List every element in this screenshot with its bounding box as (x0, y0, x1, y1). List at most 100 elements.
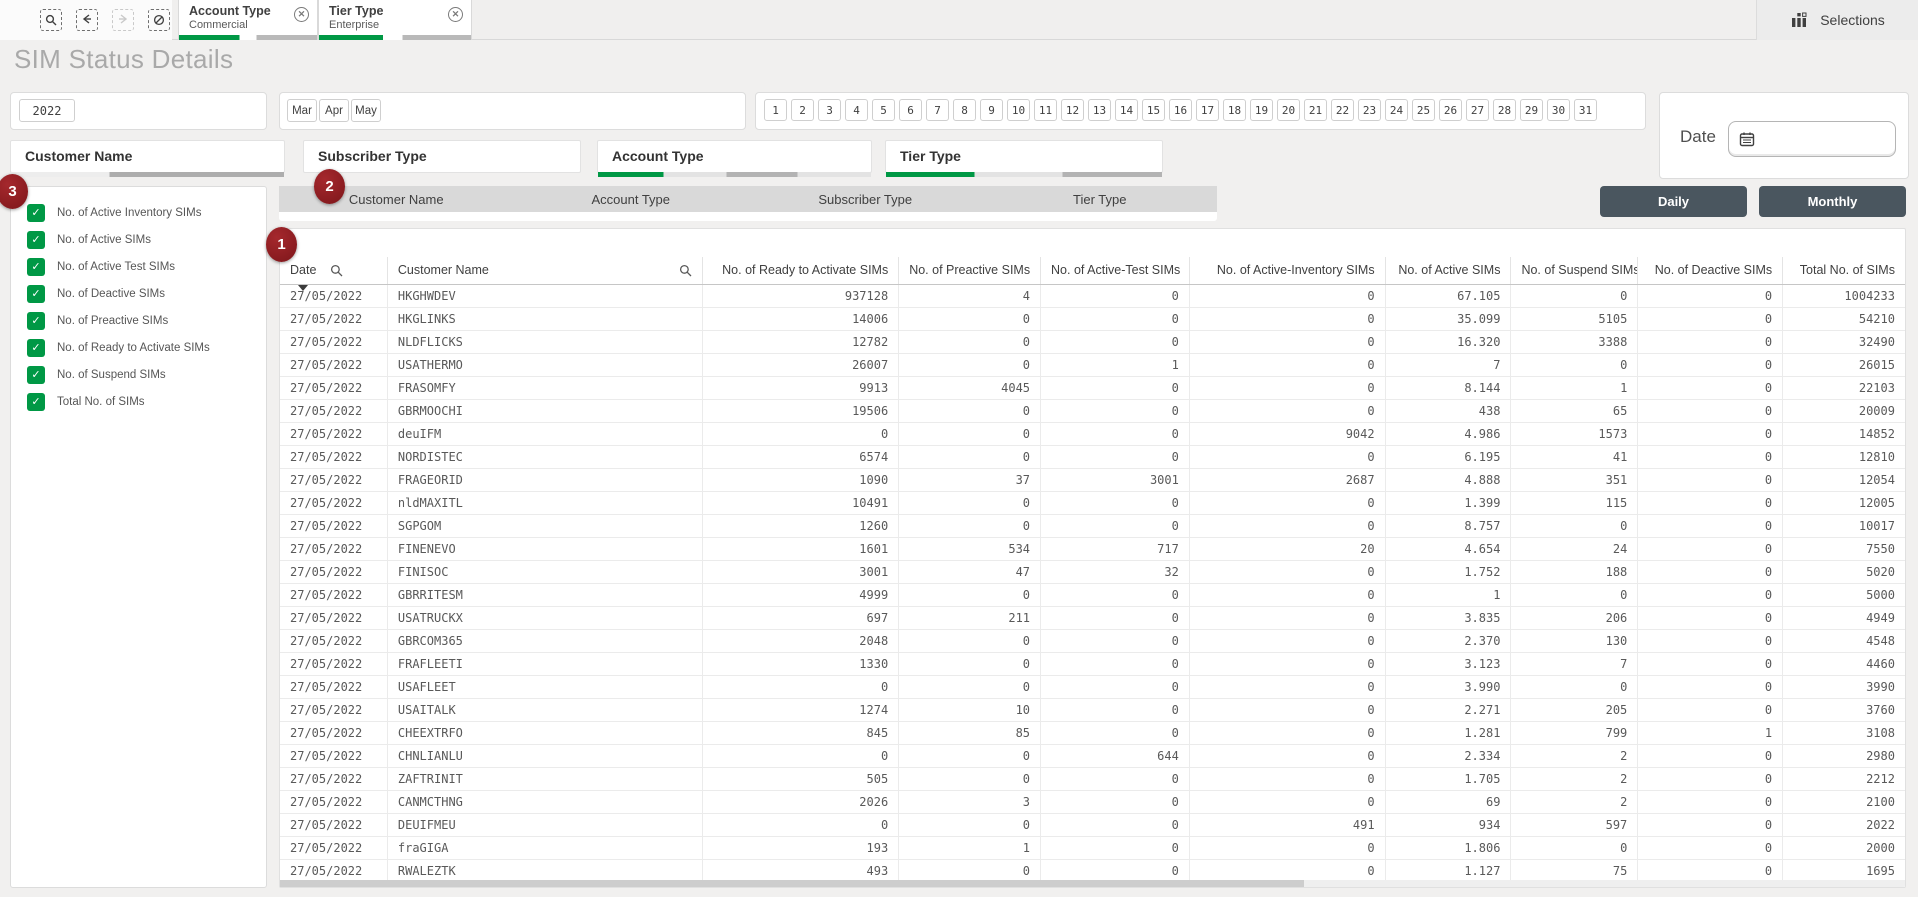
table-row[interactable]: 27/05/2022 HKGHWDEV 937128 4 0 0 67.105 … (280, 285, 1905, 308)
column-header-deactive[interactable]: No. of Deactive SIMs (1638, 257, 1783, 284)
cell-date[interactable]: 27/05/2022 (280, 630, 388, 652)
day-chip[interactable]: 10 (1007, 99, 1030, 121)
column-header-suspend[interactable]: No. of Suspend SIMs (1511, 257, 1638, 284)
listbox-scrollbar[interactable] (886, 172, 1162, 177)
column-header-customer-name[interactable]: Customer Name (388, 257, 704, 284)
dimension-tab[interactable]: Account Type (514, 186, 749, 212)
checkbox-checked-icon[interactable]: ✓ (27, 204, 45, 222)
selections-back-icon[interactable] (76, 9, 98, 31)
day-chip[interactable]: 6 (899, 99, 922, 121)
cell-customer-name[interactable]: FRAGEORID (388, 469, 704, 491)
cell-customer-name[interactable]: GBRCOM365 (388, 630, 704, 652)
day-chip[interactable]: 18 (1223, 99, 1246, 121)
checkbox-checked-icon[interactable]: ✓ (27, 393, 45, 411)
smart-search-icon[interactable] (40, 9, 62, 31)
listbox-scrollbar[interactable] (11, 172, 284, 177)
date-input[interactable] (1728, 121, 1896, 157)
table-row[interactable]: 27/05/2022 GBRRITESM 4999 0 0 0 1 0 0 50… (280, 584, 1905, 607)
day-chip[interactable]: 24 (1385, 99, 1408, 121)
day-chip[interactable]: 17 (1196, 99, 1219, 121)
checkbox-checked-icon[interactable]: ✓ (27, 366, 45, 384)
table-row[interactable]: 27/05/2022 GBRMOOCHI 19506 0 0 0 438 65 … (280, 400, 1905, 423)
cell-date[interactable]: 27/05/2022 (280, 699, 388, 721)
metric-checkbox-row[interactable]: ✓ No. of Active Inventory SIMs (27, 199, 266, 226)
column-header-active-test[interactable]: No. of Active-Test SIMs (1041, 257, 1190, 284)
day-chip[interactable]: 20 (1277, 99, 1300, 121)
day-chip[interactable]: 11 (1034, 99, 1057, 121)
listbox-scrollbar[interactable] (598, 172, 871, 177)
table-row[interactable]: 27/05/2022 SGPGOM 1260 0 0 0 8.757 0 0 1… (280, 515, 1905, 538)
table-row[interactable]: 27/05/2022 FINENEVO 1601 534 717 20 4.65… (280, 538, 1905, 561)
cell-customer-name[interactable]: FINISOC (388, 561, 704, 583)
cell-customer-name[interactable]: HKGHWDEV (388, 285, 704, 307)
day-chip[interactable]: 26 (1439, 99, 1462, 121)
cell-customer-name[interactable]: RWALEZTK (388, 860, 704, 882)
day-chip[interactable]: 9 (980, 99, 1003, 121)
cell-date[interactable]: 27/05/2022 (280, 469, 388, 491)
table-row[interactable]: 27/05/2022 ZAFTRINIT 505 0 0 0 1.705 2 0… (280, 768, 1905, 791)
listbox-subscriber-type[interactable]: Subscriber Type (303, 140, 581, 173)
cell-date[interactable]: 27/05/2022 (280, 584, 388, 606)
column-header-date[interactable]: Date (280, 257, 388, 284)
cell-customer-name[interactable]: GBRMOOCHI (388, 400, 704, 422)
cell-date[interactable]: 27/05/2022 (280, 722, 388, 744)
day-chip[interactable]: 3 (818, 99, 841, 121)
day-chip[interactable]: 29 (1520, 99, 1543, 121)
horizontal-scrollbar[interactable] (280, 880, 1905, 887)
table-row[interactable]: 27/05/2022 USATRUCKX 697 211 0 0 3.835 2… (280, 607, 1905, 630)
day-chip[interactable]: 12 (1061, 99, 1084, 121)
month-chip[interactable]: Apr (319, 99, 349, 122)
cell-customer-name[interactable]: CANMCTHNG (388, 791, 704, 813)
column-header-preactive[interactable]: No. of Preactive SIMs (899, 257, 1041, 284)
cell-customer-name[interactable]: CHEEXTRFO (388, 722, 704, 744)
checkbox-checked-icon[interactable]: ✓ (27, 312, 45, 330)
checkbox-checked-icon[interactable]: ✓ (27, 258, 45, 276)
checkbox-checked-icon[interactable]: ✓ (27, 231, 45, 249)
column-header-active-inventory[interactable]: No. of Active-Inventory SIMs (1190, 257, 1386, 284)
day-chip[interactable]: 13 (1088, 99, 1111, 121)
day-chip[interactable]: 23 (1358, 99, 1381, 121)
cell-date[interactable]: 27/05/2022 (280, 768, 388, 790)
cell-date[interactable]: 27/05/2022 (280, 676, 388, 698)
cell-customer-name[interactable]: ZAFTRINIT (388, 768, 704, 790)
cell-customer-name[interactable]: CHNLIANLU (388, 745, 704, 767)
table-row[interactable]: 27/05/2022 nldMAXITL 10491 0 0 0 1.399 1… (280, 492, 1905, 515)
cell-date[interactable]: 27/05/2022 (280, 607, 388, 629)
day-chip[interactable]: 25 (1412, 99, 1435, 121)
listbox-customer-name[interactable]: Customer Name (10, 140, 285, 173)
cell-date[interactable]: 27/05/2022 (280, 400, 388, 422)
day-chip[interactable]: 8 (953, 99, 976, 121)
cell-date[interactable]: 27/05/2022 (280, 561, 388, 583)
metric-checkbox-row[interactable]: ✓ Total No. of SIMs (27, 388, 266, 415)
cell-customer-name[interactable]: SGPGOM (388, 515, 704, 537)
day-chip[interactable]: 1 (764, 99, 787, 121)
day-chip[interactable]: 16 (1169, 99, 1192, 121)
table-row[interactable]: 27/05/2022 DEUIFMEU 0 0 0 491 934 597 0 … (280, 814, 1905, 837)
monthly-button[interactable]: Monthly (1759, 186, 1906, 217)
cell-date[interactable]: 27/05/2022 (280, 791, 388, 813)
table-row[interactable]: 27/05/2022 NORDISTEC 6574 0 0 0 6.195 41… (280, 446, 1905, 469)
cell-date[interactable]: 27/05/2022 (280, 837, 388, 859)
day-chip[interactable]: 5 (872, 99, 895, 121)
checkbox-checked-icon[interactable]: ✓ (27, 285, 45, 303)
cell-date[interactable]: 27/05/2022 (280, 377, 388, 399)
table-row[interactable]: 27/05/2022 CANMCTHNG 2026 3 0 0 69 2 0 2… (280, 791, 1905, 814)
day-chip[interactable]: 22 (1331, 99, 1354, 121)
table-row[interactable]: 27/05/2022 fraGIGA 193 1 0 0 1.806 0 0 2… (280, 837, 1905, 860)
metric-checkbox-row[interactable]: ✓ No. of Suspend SIMs (27, 361, 266, 388)
table-row[interactable]: 27/05/2022 GBRCOM365 2048 0 0 0 2.370 13… (280, 630, 1905, 653)
selection-chip-tier-type[interactable]: Tier Type Enterprise ✕ (318, 0, 472, 40)
cell-customer-name[interactable]: deuIFM (388, 423, 704, 445)
cell-date[interactable]: 27/05/2022 (280, 331, 388, 353)
cell-date[interactable]: 27/05/2022 (280, 814, 388, 836)
day-chip[interactable]: 28 (1493, 99, 1516, 121)
table-row[interactable]: 27/05/2022 FRASOMFY 9913 4045 0 0 8.144 … (280, 377, 1905, 400)
month-chip[interactable]: May (351, 99, 381, 122)
column-header-total[interactable]: Total No. of SIMs (1783, 257, 1905, 284)
cell-customer-name[interactable]: nldMAXITL (388, 492, 704, 514)
cell-customer-name[interactable]: USAFLEET (388, 676, 704, 698)
day-chip[interactable]: 7 (926, 99, 949, 121)
cell-date[interactable]: 27/05/2022 (280, 653, 388, 675)
cell-date[interactable]: 27/05/2022 (280, 538, 388, 560)
cell-customer-name[interactable]: USATRUCKX (388, 607, 704, 629)
